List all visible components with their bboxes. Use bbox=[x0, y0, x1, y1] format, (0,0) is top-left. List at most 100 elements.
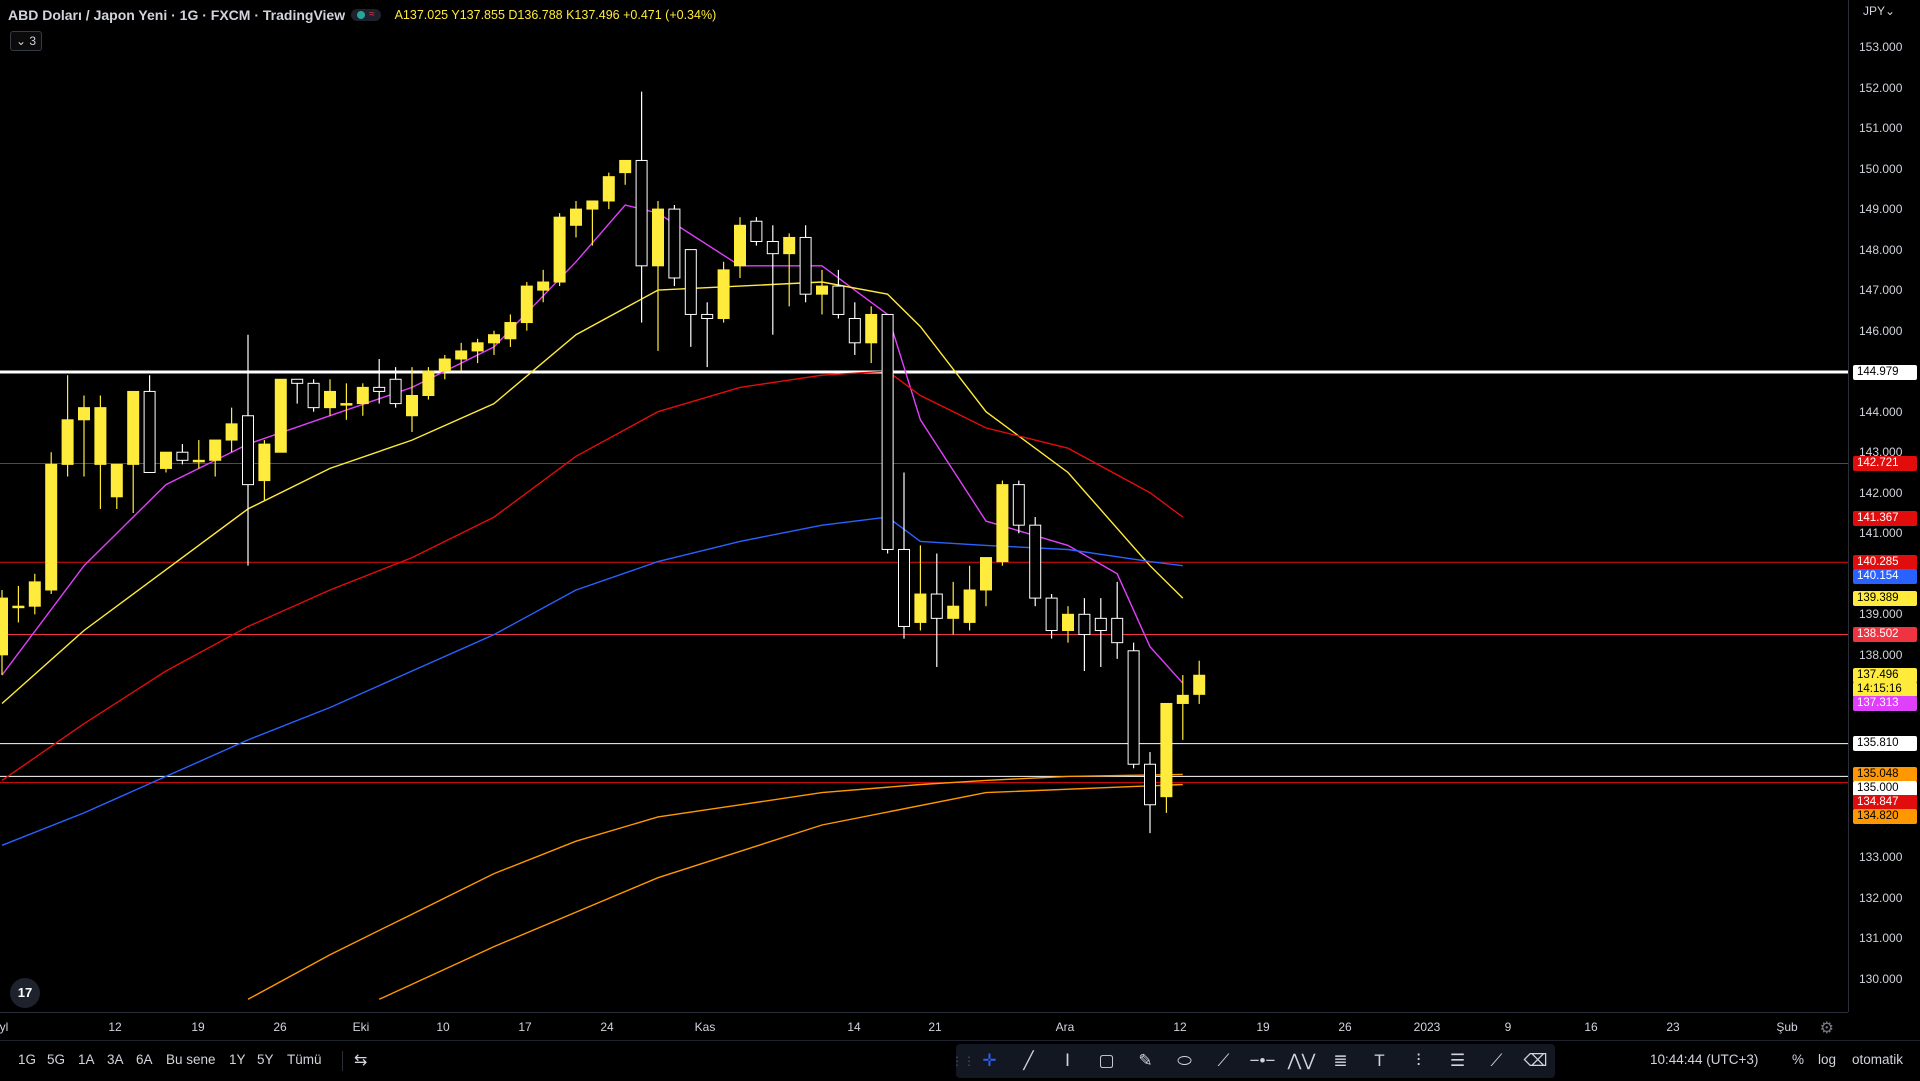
candle-body bbox=[602, 176, 615, 202]
candle-body bbox=[61, 419, 74, 465]
forecast-icon[interactable]: ⟋ bbox=[1477, 1044, 1516, 1078]
time-tick-label: 2023 bbox=[1413, 1020, 1441, 1034]
tradingview-logo-icon[interactable]: 17 bbox=[10, 978, 40, 1008]
eraser-icon[interactable]: ⌫ bbox=[1516, 1044, 1555, 1078]
clock-timezone[interactable]: 10:44:44 (UTC+3) bbox=[1650, 1052, 1758, 1067]
horizontal-ray-icon[interactable]: −•− bbox=[1243, 1044, 1282, 1078]
range-3m-button[interactable]: 3A bbox=[107, 1052, 124, 1067]
candle-body bbox=[586, 200, 599, 210]
range-6m-button[interactable]: 6A bbox=[136, 1052, 153, 1067]
candle-body bbox=[225, 423, 238, 441]
range-5y-button[interactable]: 5Y bbox=[257, 1052, 274, 1067]
range-5d-button[interactable]: 5G bbox=[47, 1052, 65, 1067]
candle-body bbox=[537, 281, 550, 291]
range-all-button[interactable]: Tümü bbox=[287, 1052, 322, 1067]
candle-body bbox=[1078, 613, 1091, 636]
price-label: 134.820 bbox=[1853, 808, 1917, 824]
ohlc-open: A137.025 bbox=[394, 8, 449, 22]
time-tick-label: 9 bbox=[1504, 1020, 1512, 1034]
price-tick-label: 150.000 bbox=[1859, 161, 1903, 176]
price-label: 135.000 bbox=[1853, 780, 1917, 796]
time-axis[interactable]: yl 12 19 26 Eki 10 17 24 Kas 14 21 Ara 12 19 26 2023 9 16… bbox=[0, 1012, 1848, 1041]
price-tick-label: 152.000 bbox=[1859, 80, 1903, 95]
price-tick-label: 141.000 bbox=[1859, 526, 1903, 541]
candle-body bbox=[1094, 617, 1107, 632]
range-1d-button[interactable]: 1G bbox=[18, 1052, 36, 1067]
gann-icon[interactable]: ⫶ bbox=[1399, 1044, 1438, 1078]
time-tick-label: 14 bbox=[847, 1020, 861, 1034]
candle-body bbox=[750, 220, 763, 243]
price-tick-label: 142.000 bbox=[1859, 485, 1903, 500]
price-label: 135.810 bbox=[1853, 736, 1917, 752]
candle-body bbox=[209, 439, 222, 461]
candle-body bbox=[1062, 613, 1074, 632]
price-tick-label: 151.000 bbox=[1859, 121, 1903, 136]
candle-body bbox=[783, 236, 796, 255]
candle-body bbox=[668, 208, 681, 279]
moving-average-line bbox=[378, 783, 1183, 1000]
brush-icon[interactable]: ✎ bbox=[1126, 1044, 1165, 1078]
candle-body bbox=[143, 390, 156, 473]
pitchfork-icon[interactable]: ☰ bbox=[1438, 1044, 1477, 1078]
fib-retracement-icon[interactable]: ≣ bbox=[1321, 1044, 1360, 1078]
text-cursor-icon[interactable]: Ⅰ bbox=[1048, 1044, 1087, 1078]
candle-body bbox=[1127, 650, 1140, 765]
currency-selector[interactable]: JPY⌄ bbox=[1863, 4, 1895, 18]
price-label: 14:15:16 bbox=[1853, 681, 1917, 697]
market-status[interactable]: ≈ bbox=[351, 9, 381, 21]
price-label: 134.847 bbox=[1853, 794, 1917, 810]
path-icon[interactable]: ⟋ bbox=[1204, 1044, 1243, 1078]
candle-body bbox=[848, 317, 861, 344]
drag-handle-icon[interactable]: ⋮⋮ bbox=[951, 1044, 975, 1078]
price-tick-label: 149.000 bbox=[1859, 202, 1903, 217]
candle-body bbox=[1111, 617, 1124, 644]
candle-body bbox=[0, 597, 8, 656]
text-tool-icon[interactable]: T bbox=[1360, 1044, 1399, 1078]
price-tick-label: 133.000 bbox=[1859, 850, 1903, 865]
percent-scale-toggle[interactable]: % bbox=[1792, 1052, 1804, 1067]
candle-body bbox=[488, 334, 500, 344]
pattern-icon[interactable]: ⋀⋁ bbox=[1282, 1044, 1321, 1078]
ellipse-icon[interactable]: ⬭ bbox=[1165, 1044, 1204, 1078]
ohlc-low: D136.788 bbox=[508, 8, 563, 22]
auto-scale-toggle[interactable]: otomatik bbox=[1852, 1052, 1903, 1067]
candle-body bbox=[684, 249, 697, 315]
price-label: 141.367 bbox=[1853, 510, 1917, 526]
candle-body bbox=[1176, 694, 1189, 704]
price-axis[interactable]: JPY⌄ 153.000 152.000 151.000 150.000 149.000… bbox=[1848, 0, 1920, 1012]
candle-body bbox=[947, 605, 960, 619]
data-delay-icon: ≈ bbox=[369, 9, 375, 20]
crosshair-icon[interactable]: ✛ bbox=[970, 1044, 1009, 1078]
chart-settings-gear-icon[interactable]: ⚙ bbox=[1820, 1018, 1834, 1038]
chart-area[interactable]: ABD Doları / Japon Yeni · 1G · FXCM · Tr… bbox=[0, 0, 1848, 1012]
time-tick-label: Ara bbox=[1055, 1020, 1075, 1034]
range-1y-button[interactable]: 1Y bbox=[229, 1052, 246, 1067]
moving-average-line bbox=[247, 773, 1183, 1000]
symbol-title[interactable]: ABD Doları / Japon Yeni · 1G · FXCM · Tr… bbox=[8, 7, 345, 23]
log-scale-toggle[interactable]: log bbox=[1818, 1052, 1836, 1067]
price-tick-label: 148.000 bbox=[1859, 242, 1903, 257]
range-ytd-button[interactable]: Bu sene bbox=[166, 1052, 216, 1067]
rectangle-icon[interactable]: ▢ bbox=[1087, 1044, 1126, 1078]
time-tick-label: 17 bbox=[518, 1020, 532, 1034]
candle-body bbox=[1160, 702, 1173, 798]
candle-body bbox=[963, 589, 976, 623]
candle-body bbox=[1029, 524, 1042, 599]
candle-body bbox=[192, 459, 205, 463]
range-1m-button[interactable]: 1A bbox=[78, 1052, 95, 1067]
date-range-icon[interactable]: ⇆ bbox=[354, 1050, 367, 1070]
price-tick-label: 138.000 bbox=[1859, 647, 1903, 662]
trend-line-icon[interactable]: ╱ bbox=[1009, 1044, 1048, 1078]
indicators-toggle-button[interactable]: ⌄ 3 bbox=[10, 31, 42, 51]
price-label: 135.048 bbox=[1853, 766, 1917, 782]
price-label: 139.389 bbox=[1853, 591, 1917, 607]
ohlc-high: Y137.855 bbox=[451, 8, 505, 22]
candle-body bbox=[176, 451, 189, 461]
candle-body bbox=[635, 159, 648, 267]
candle-body bbox=[340, 403, 353, 406]
price-tick-label: 132.000 bbox=[1859, 890, 1903, 905]
time-tick-label: 19 bbox=[1256, 1020, 1270, 1034]
candlestick-chart[interactable] bbox=[0, 0, 1848, 1012]
time-tick-label: 26 bbox=[273, 1020, 287, 1034]
candle-body bbox=[1193, 674, 1206, 695]
